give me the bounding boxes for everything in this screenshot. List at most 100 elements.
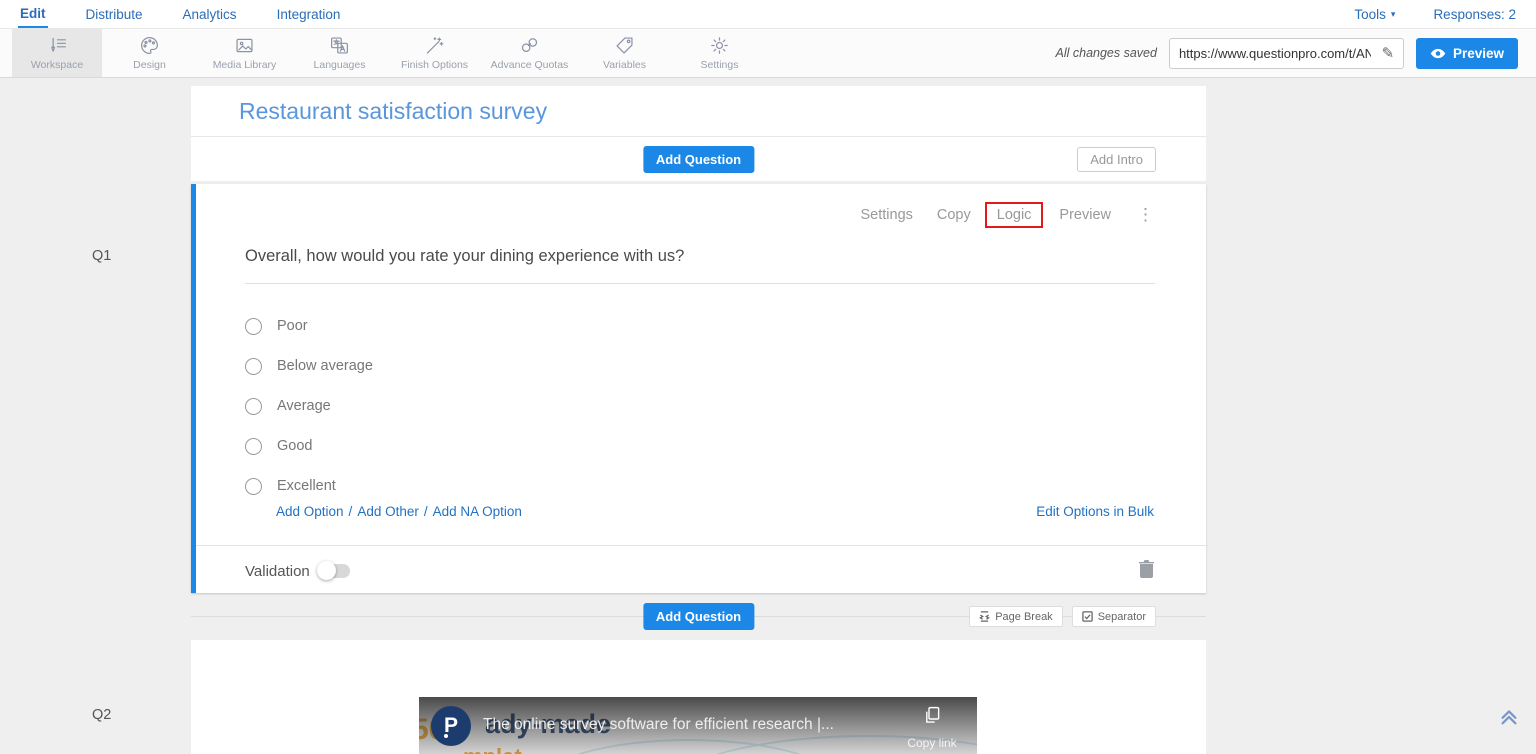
option-label: Below average — [277, 358, 373, 374]
page-break-label: Page Break — [995, 611, 1052, 623]
radio-button-icon[interactable] — [245, 438, 262, 455]
media-library-icon — [234, 35, 255, 56]
top-navbar: Edit Distribute Analytics Integration To… — [0, 0, 1536, 29]
question1-card: Settings Copy Logic Preview ⋮ Overall, h… — [191, 184, 1206, 593]
delete-question-trash-icon[interactable] — [1139, 560, 1154, 583]
add-intro-button[interactable]: Add Intro — [1077, 147, 1156, 172]
edit-options-bulk-link[interactable]: Edit Options in Bulk — [1036, 504, 1154, 519]
toolbar-item-settings[interactable]: Settings — [672, 29, 767, 77]
question-preview-action[interactable]: Preview — [1059, 207, 1111, 223]
video-title[interactable]: The online survey software for efficient… — [483, 716, 897, 734]
workspace-icon — [47, 35, 68, 56]
youtube-video-embed[interactable]: 50 ady-made mplat P The online survey so… — [419, 697, 977, 754]
kebab-menu-icon[interactable]: ⋮ — [1137, 205, 1154, 225]
toolbar-item-workspace[interactable]: Workspace — [12, 29, 102, 77]
toolbar-item-label: Design — [133, 59, 166, 71]
main-area: Q1 Q2 Restaurant satisfaction survey Add… — [0, 78, 1536, 754]
question2-card: 50 ady-made mplat P The online survey so… — [191, 640, 1206, 754]
nav-tab-edit[interactable]: Edit — [18, 0, 48, 28]
toolbar-item-label: Finish Options — [401, 59, 468, 71]
question2-number: Q2 — [92, 707, 111, 723]
nav-tab-integration[interactable]: Integration — [275, 0, 343, 28]
validation-label: Validation — [245, 563, 310, 580]
channel-avatar[interactable]: P — [431, 706, 471, 746]
add-na-option-link[interactable]: Add NA Option — [433, 504, 522, 519]
finish-options-wand-icon — [424, 35, 445, 56]
toolbar-item-label: Settings — [701, 59, 739, 71]
toolbar-item-label: Advance Quotas — [491, 59, 569, 71]
add-other-link[interactable]: Add Other — [357, 504, 419, 519]
option-row[interactable]: Good — [245, 426, 373, 466]
tools-menu[interactable]: Tools ▾ — [1352, 0, 1397, 28]
add-question-row-top: Add Question Add Intro — [191, 137, 1206, 181]
option-row[interactable]: Poor — [245, 306, 373, 346]
question-settings-action[interactable]: Settings — [860, 207, 912, 223]
languages-icon — [329, 35, 350, 56]
separator-checkbox-icon — [1082, 611, 1093, 622]
add-question-button[interactable]: Add Question — [643, 603, 754, 630]
eye-icon — [1430, 48, 1446, 59]
editor-toolbar: Workspace Design Media Library — [0, 29, 1536, 78]
option-label: Average — [277, 398, 331, 414]
survey-canvas: Restaurant satisfaction survey Add Quest… — [191, 78, 1206, 754]
validation-toggle[interactable] — [320, 564, 350, 578]
survey-title[interactable]: Restaurant satisfaction survey — [239, 98, 1158, 125]
option-label: Poor — [277, 318, 308, 334]
option-label: Excellent — [277, 478, 336, 494]
separator-label: Separator — [1098, 611, 1146, 623]
preview-button-label: Preview — [1453, 46, 1504, 61]
validation-row: Validation — [245, 559, 1154, 583]
variables-tag-icon — [614, 35, 635, 56]
toolbar-item-advance-quotas[interactable]: Advance Quotas — [482, 29, 577, 77]
survey-url-input[interactable] — [1170, 46, 1373, 61]
separator-button[interactable]: Separator — [1072, 606, 1156, 627]
channel-avatar-letter: P — [444, 714, 458, 738]
option-label: Good — [277, 438, 312, 454]
toolbar-item-media-library[interactable]: Media Library — [197, 29, 292, 77]
survey-title-section: Restaurant satisfaction survey — [191, 86, 1206, 137]
option-row[interactable]: Average — [245, 386, 373, 426]
toolbar-item-variables[interactable]: Variables — [577, 29, 672, 77]
question-actions: Settings Copy Logic Preview ⋮ — [836, 202, 1154, 228]
toolbar-item-finish-options[interactable]: Finish Options — [387, 29, 482, 77]
toolbar-item-languages[interactable]: Languages — [292, 29, 387, 77]
survey-url-box: ✎ — [1169, 38, 1404, 69]
question1-text[interactable]: Overall, how would you rate your dining … — [245, 247, 1155, 284]
radio-button-icon[interactable] — [245, 358, 262, 375]
toolbar-right: All changes saved ✎ Preview — [1056, 29, 1536, 77]
toggle-knob — [317, 561, 336, 580]
add-option-link[interactable]: Add Option — [276, 504, 344, 519]
between-questions-band: Add Question Page Break Separator — [191, 593, 1206, 640]
question-logic-action[interactable]: Logic — [985, 202, 1044, 228]
option-row[interactable]: Below average — [245, 346, 373, 386]
page-break-button[interactable]: Page Break — [969, 606, 1062, 627]
toolbar-item-label: Media Library — [213, 59, 277, 71]
chevron-down-icon: ▾ — [1391, 9, 1396, 20]
link-separator: / — [349, 504, 353, 519]
radio-button-icon[interactable] — [245, 318, 262, 335]
toolbar-item-label: Variables — [603, 59, 646, 71]
link-separator: / — [424, 504, 428, 519]
page-break-icon — [979, 611, 990, 622]
option-row[interactable]: Excellent — [245, 466, 373, 506]
copy-icon — [922, 705, 943, 726]
preview-button[interactable]: Preview — [1416, 38, 1518, 69]
nav-right: Tools ▾ Responses: 2 — [1318, 0, 1518, 28]
video-copy-link[interactable]: Copy link — [897, 705, 967, 750]
radio-button-icon[interactable] — [245, 398, 262, 415]
option-links: Add Option / Add Other / Add NA Option — [276, 504, 1154, 519]
nav-tab-analytics[interactable]: Analytics — [181, 0, 239, 28]
radio-button-icon[interactable] — [245, 478, 262, 495]
edit-url-pencil-icon[interactable]: ✎ — [1373, 44, 1403, 62]
add-question-button[interactable]: Add Question — [643, 146, 754, 173]
nav-left: Edit Distribute Analytics Integration — [18, 0, 378, 28]
advance-quotas-link-icon — [519, 35, 540, 56]
nav-tab-distribute[interactable]: Distribute — [84, 0, 145, 28]
tools-label: Tools — [1354, 7, 1386, 22]
collapse-top-icon[interactable] — [1498, 705, 1520, 732]
question1-number: Q1 — [92, 248, 111, 264]
responses-link[interactable]: Responses: 2 — [1431, 0, 1518, 28]
toolbar-item-design[interactable]: Design — [102, 29, 197, 77]
question-copy-action[interactable]: Copy — [937, 207, 971, 223]
toolbar-item-label: Languages — [314, 59, 366, 71]
